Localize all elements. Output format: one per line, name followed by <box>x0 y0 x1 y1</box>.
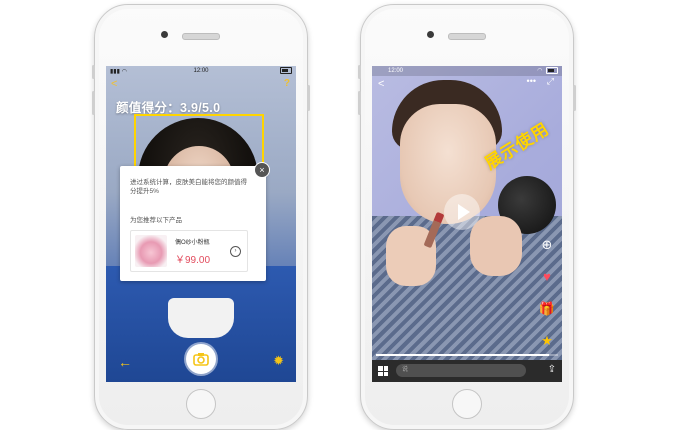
heart-icon[interactable]: ♥ <box>536 266 558 288</box>
battery-icon: ◠ <box>537 67 558 75</box>
popup-message: 进过系统计算，皮肤美白能将您的颜值得分提升5% <box>130 179 247 195</box>
speaker <box>448 33 486 40</box>
recommend-label: 为您推荐以下产品 <box>130 217 182 224</box>
video-hand <box>470 216 522 276</box>
camera-toolbar: ← ✹ <box>106 342 296 382</box>
back-arrow-icon[interactable]: < <box>111 78 117 90</box>
video-progress-fill <box>376 354 549 356</box>
front-camera <box>161 31 168 38</box>
comment-input[interactable]: 说 <box>396 364 526 377</box>
battery-icon <box>278 67 292 75</box>
camera-button[interactable] <box>186 344 216 374</box>
side-action-bar: ⊕ ♥ 🎁 ★ <box>536 234 558 362</box>
chevron-right-icon[interactable]: › <box>230 246 241 257</box>
status-time: 12:00 <box>388 68 404 74</box>
add-icon[interactable]: ⊕ <box>536 234 558 256</box>
phone-frame-right: 12:00 ◠ < ••• ⤢ 展示使用 ⊕ ♥ 🎁 ★ 说 ⇪ <box>358 4 576 430</box>
status-time: 12:00 <box>193 68 209 74</box>
product-card[interactable]: 偶O纱小粉瓶 ￥99.00 › <box>130 230 248 272</box>
gift-icon[interactable]: 🎁 <box>536 298 558 320</box>
gear-icon[interactable]: ✹ <box>273 353 284 369</box>
front-camera <box>427 31 434 38</box>
back-arrow-icon[interactable]: ← <box>118 354 132 370</box>
status-bar: ▮▮▮ ◠ 12:00 <box>106 66 296 76</box>
share-icon[interactable]: ⇪ <box>548 364 556 375</box>
video-progress[interactable] <box>376 354 558 356</box>
product-name: 偶O纱小粉瓶 <box>175 240 210 246</box>
face-score-screen: ▮▮▮ ◠ 12:00 < ? 颜值得分：3.9/5.0 × 进过系统计算，皮肤… <box>106 66 296 382</box>
product-image <box>135 235 167 267</box>
video-bottom-bar: 说 ⇪ <box>372 360 562 382</box>
signal-icon: ▮▮▮ ◠ <box>110 68 127 75</box>
home-button[interactable] <box>186 389 216 419</box>
play-icon[interactable] <box>444 194 480 230</box>
help-icon[interactable]: ? <box>284 78 290 89</box>
back-icon[interactable]: < <box>378 78 384 90</box>
photo-collar <box>168 298 234 338</box>
more-icon[interactable]: ••• <box>527 76 536 86</box>
grid-icon[interactable] <box>378 366 388 376</box>
star-icon[interactable]: ★ <box>536 330 558 352</box>
close-icon[interactable]: × <box>254 162 270 178</box>
status-bar: 12:00 ◠ <box>372 66 562 76</box>
recommendation-popup: × 进过系统计算，皮肤美白能将您的颜值得分提升5% 为您推荐以下产品 偶O纱小粉… <box>120 162 270 281</box>
product-price: ￥99.00 <box>175 255 211 266</box>
camera-icon <box>193 353 209 366</box>
video-screen: 12:00 ◠ < ••• ⤢ 展示使用 ⊕ ♥ 🎁 ★ 说 ⇪ <box>372 66 562 382</box>
speaker <box>182 33 220 40</box>
home-button[interactable] <box>452 389 482 419</box>
fullscreen-icon[interactable]: ⤢ <box>547 76 554 87</box>
phone-frame-left: ▮▮▮ ◠ 12:00 < ? 颜值得分：3.9/5.0 × 进过系统计算，皮肤… <box>92 4 310 430</box>
